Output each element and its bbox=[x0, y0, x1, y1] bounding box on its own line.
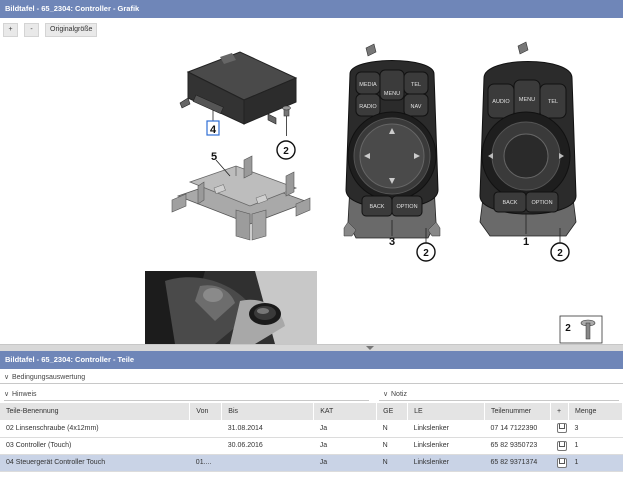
column-header-teilenummer[interactable]: Teilenummer bbox=[484, 403, 551, 420]
screw-drawing-1 bbox=[282, 105, 291, 136]
menu-key-label-2: MENU bbox=[519, 97, 535, 103]
cell-kat: Ja bbox=[313, 454, 377, 472]
zoom-out-button[interactable]: - bbox=[24, 23, 39, 37]
column-header-ge[interactable]: GE bbox=[376, 403, 409, 420]
controller-drawing: AUDIO MENU TEL BACK OPTION bbox=[479, 41, 577, 237]
cell-name: 03 Controller (Touch) bbox=[0, 437, 190, 455]
column-header-bis[interactable]: Bis bbox=[221, 403, 315, 420]
table-row[interactable]: 04 Steuergerät Controller Touch 01.... Ja N… bbox=[0, 454, 623, 472]
callout-4[interactable]: 4 bbox=[210, 124, 217, 136]
cell-kat: Ja bbox=[313, 420, 377, 438]
cell-bis: 31.08.2014 bbox=[221, 420, 314, 438]
add-to-cart-icon[interactable] bbox=[556, 423, 567, 434]
add-to-cart-icon[interactable] bbox=[556, 457, 567, 468]
radio-key-label: RADIO bbox=[359, 104, 377, 110]
tel-key-label: TEL bbox=[411, 82, 421, 88]
nav-key-label: NAV bbox=[411, 104, 422, 110]
cell-part-no: 65 82 9371374 bbox=[484, 454, 551, 472]
cell-part-no: 07 14 7122390 bbox=[484, 420, 551, 438]
legend-callout-2: 2 bbox=[565, 323, 571, 334]
cell-ge: N bbox=[376, 437, 408, 455]
parts-panel-title: Bildtafel - 65_2304: Controller - Teile bbox=[0, 351, 623, 369]
option-key-label-2: OPTION bbox=[531, 200, 552, 206]
cell-von: 01.... bbox=[189, 454, 222, 472]
column-header-le[interactable]: LE bbox=[407, 403, 486, 420]
splitter-grip-icon[interactable] bbox=[366, 346, 374, 350]
cell-qty: 1 bbox=[568, 454, 623, 472]
zoom-in-button[interactable]: + bbox=[3, 23, 18, 37]
option-key-label: OPTION bbox=[396, 204, 417, 210]
original-size-button[interactable]: Originalgröße bbox=[45, 23, 98, 37]
cell-name: 04 Steuergerät Controller Touch bbox=[0, 454, 190, 472]
callout-2c[interactable]: 2 bbox=[557, 248, 563, 259]
table-row[interactable]: 03 Controller (Touch) 30.06.2016 Ja N Linksl… bbox=[0, 437, 623, 455]
hint-divider bbox=[4, 400, 369, 401]
controller-touch-drawing: MEDIA MENU TEL RADIO NAV BACK OPTION bbox=[343, 43, 441, 239]
add-to-cart-cell bbox=[550, 420, 569, 438]
column-header-kat[interactable]: KAT bbox=[313, 403, 378, 420]
parts-table: Teile-Benennung Von Bis KAT GE LE Teilenummer +… bbox=[0, 403, 623, 472]
callout-5[interactable]: 5 bbox=[211, 151, 217, 163]
column-header-menge[interactable]: Menge bbox=[568, 403, 623, 420]
table-header-row: Teile-Benennung Von Bis KAT GE LE Teilenummer +… bbox=[0, 403, 623, 420]
cell-name: 02 Linsenschraube (4x12mm) bbox=[0, 420, 190, 438]
back-key-label-2: BACK bbox=[503, 200, 518, 206]
cart-icon bbox=[558, 441, 565, 447]
note-label: Notiz bbox=[391, 391, 407, 398]
graphic-panel-title: Bildtafel - 65_2304: Controller - Grafik bbox=[0, 0, 623, 18]
column-header-add[interactable]: + bbox=[550, 403, 569, 420]
add-to-cart-cell bbox=[550, 437, 569, 455]
callout-2b[interactable]: 2 bbox=[423, 248, 429, 259]
conditions-label: Bedingungsauswertung bbox=[12, 374, 86, 381]
cart-icon bbox=[558, 458, 565, 464]
bracket-drawing bbox=[171, 155, 311, 241]
column-header-von[interactable]: Von bbox=[189, 403, 223, 420]
cell-le: Linkslenker bbox=[407, 437, 485, 455]
cell-le: Linkslenker bbox=[407, 454, 485, 472]
chevron-down-icon: ∨ bbox=[4, 374, 10, 381]
cell-bis: 30.06.2016 bbox=[221, 437, 314, 455]
add-to-cart-icon[interactable] bbox=[556, 440, 567, 451]
screw-legend-box: 2 bbox=[559, 315, 603, 344]
tel-key-label-2: TEL bbox=[548, 99, 558, 105]
cell-le: Linkslenker bbox=[407, 420, 485, 438]
audio-key-label: AUDIO bbox=[492, 99, 510, 105]
cell-part-no: 65 82 9350723 bbox=[484, 437, 551, 455]
cell-qty: 3 bbox=[568, 420, 623, 438]
hint-label: Hinweis bbox=[12, 391, 37, 398]
cell-von bbox=[189, 420, 222, 438]
media-key-label: MEDIA bbox=[359, 82, 377, 88]
interior-photo bbox=[145, 271, 317, 344]
cell-ge: N bbox=[376, 420, 408, 438]
back-key-label: BACK bbox=[370, 204, 385, 210]
cell-von bbox=[189, 437, 222, 455]
graphic-toolbar: + - Originalgröße bbox=[3, 23, 98, 37]
cell-bis bbox=[221, 454, 314, 472]
conditions-section-toggle[interactable]: ∨ Bedingungsauswertung bbox=[0, 371, 623, 384]
table-row[interactable]: 02 Linsenschraube (4x12mm) 31.08.2014 Ja N L… bbox=[0, 420, 623, 438]
callout-3[interactable]: 3 bbox=[389, 236, 395, 248]
callout-2a[interactable]: 2 bbox=[283, 146, 289, 157]
callout-1[interactable]: 1 bbox=[523, 236, 529, 248]
cell-qty: 1 bbox=[568, 437, 623, 455]
note-divider bbox=[379, 400, 619, 401]
cell-ge: N bbox=[376, 454, 408, 472]
menu-key-label: MENU bbox=[384, 91, 400, 97]
control-unit-drawing bbox=[179, 51, 298, 125]
add-to-cart-cell bbox=[550, 454, 569, 472]
cart-icon bbox=[558, 424, 565, 430]
panel-splitter[interactable] bbox=[0, 344, 623, 351]
column-header-teile-benennung[interactable]: Teile-Benennung bbox=[0, 403, 191, 420]
cell-kat: Ja bbox=[313, 437, 377, 455]
